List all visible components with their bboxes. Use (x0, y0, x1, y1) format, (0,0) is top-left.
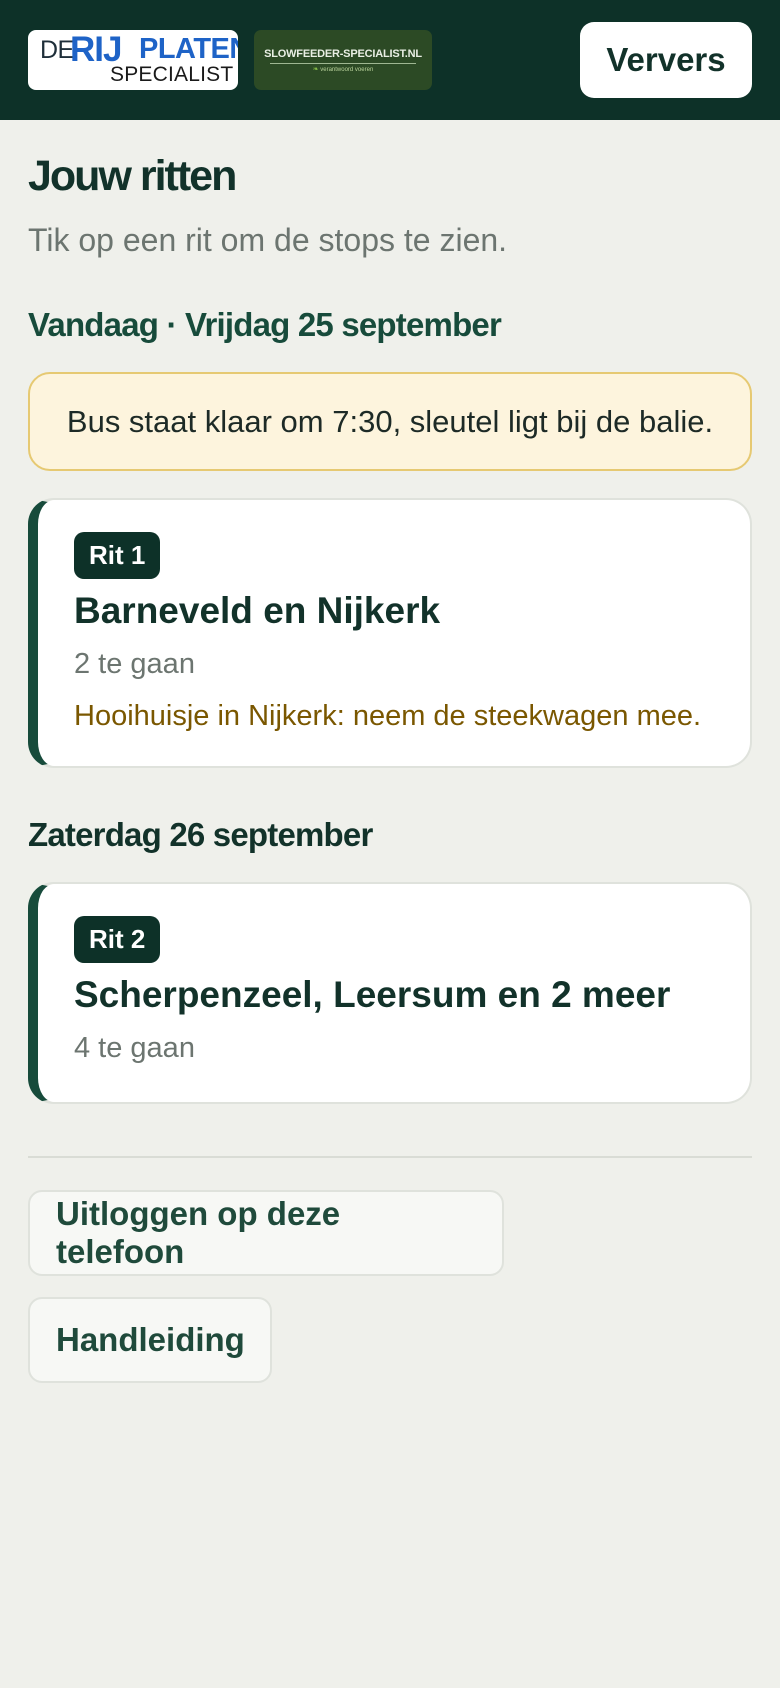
divider (28, 1156, 752, 1158)
logo-tagline-text: verantwoord voeren (320, 67, 374, 73)
logo-de: DE (40, 36, 74, 64)
page-subtitle: Tik op een rit om de stops te zien. (28, 222, 508, 258)
ride-badge: Rit 2 (74, 916, 161, 963)
logo-specialist: SPECIALIST (110, 63, 234, 86)
logo-divider (270, 63, 416, 64)
day-heading-saturday: Zaterdag 26 september (28, 816, 373, 853)
ride-remaining: 2 te gaan (74, 648, 195, 680)
ride-note: Hooihuisje in Nijkerk: neem de steekwage… (74, 700, 702, 732)
day-heading-today: Vandaag · Vrijdag 25 september (28, 306, 502, 343)
manual-button[interactable]: Handleiding (28, 1297, 272, 1383)
ride-badge: Rit 1 (74, 532, 161, 579)
ride-title: Barneveld en Nijkerk (74, 590, 441, 631)
ride-remaining: 4 te gaan (74, 1032, 195, 1064)
logo-slowfeeder-tagline: ❧ verantwoord voeren (254, 65, 432, 73)
ride-card-1[interactable]: Rit 1 Barneveld en Nijkerk 2 te gaan Hoo… (28, 498, 752, 768)
top-bar: DE RIJ PLATEN SPECIALIST SLOWFEEDER-SPEC… (0, 0, 780, 120)
day-notice: Bus staat klaar om 7:30, sleutel ligt bi… (28, 372, 752, 471)
page-title: Jouw ritten (28, 152, 237, 200)
logo-platen: PLATEN (139, 33, 238, 65)
ride-title: Scherpenzeel, Leersum en 2 meer (74, 974, 671, 1015)
refresh-button[interactable]: Ververs (580, 22, 752, 98)
logo-slowfeeder-name: SLOWFEEDER-SPECIALIST.NL (264, 48, 422, 60)
leaf-icon: ❧ (312, 66, 319, 73)
logout-button[interactable]: Uitloggen op deze telefoon (28, 1190, 504, 1276)
slowfeeder-specialist-logo: SLOWFEEDER-SPECIALIST.NL ❧ verantwoord v… (254, 30, 432, 90)
ride-card-2[interactable]: Rit 2 Scherpenzeel, Leersum en 2 meer 4 … (28, 882, 752, 1104)
rijplaten-specialist-logo: DE RIJ PLATEN SPECIALIST (28, 30, 238, 90)
